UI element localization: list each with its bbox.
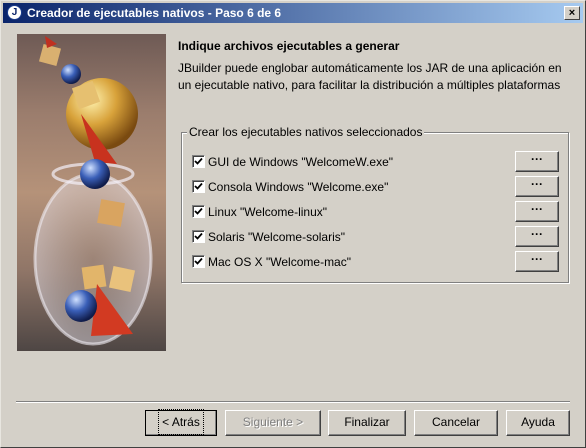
option-solaris: Solaris "Welcome-solaris" ···	[192, 226, 562, 248]
checkbox-gui-windows[interactable]	[192, 155, 205, 168]
browse-button-solaris[interactable]: ···	[515, 226, 559, 247]
checkbox-mac[interactable]	[192, 255, 205, 268]
checkbox-solaris[interactable]	[192, 230, 205, 243]
checkbox-console-windows[interactable]	[192, 180, 205, 193]
footer-separator	[16, 401, 570, 403]
wizard-window: J Creador de ejecutables nativos - Paso …	[0, 0, 586, 448]
checkmark-icon	[194, 157, 203, 165]
option-label: Solaris "Welcome-solaris"	[208, 230, 345, 244]
cancel-label: Cancelar	[431, 415, 481, 429]
option-label: GUI de Windows "WelcomeW.exe"	[208, 155, 394, 169]
next-button[interactable]: Siguiente >	[225, 410, 321, 436]
cancel-button[interactable]: Cancelar	[414, 410, 498, 436]
finish-label: Finalizar	[344, 415, 390, 429]
checkmark-icon	[194, 207, 203, 215]
option-label: Linux "Welcome-linux"	[208, 205, 328, 219]
back-label: < Atrás	[158, 409, 204, 435]
checkmark-icon	[194, 257, 203, 265]
option-linux: Linux "Welcome-linux" ···	[192, 201, 562, 223]
step-description: JBuilder puede englobar automáticamente …	[178, 61, 562, 92]
browse-button-mac[interactable]: ···	[515, 251, 559, 272]
close-button[interactable]: ×	[564, 6, 580, 20]
title-bar[interactable]: J Creador de ejecutables nativos - Paso …	[3, 3, 583, 23]
step-heading: Indique archivos ejecutables a generar	[178, 39, 400, 53]
option-mac: Mac OS X "Welcome-mac" ···	[192, 251, 562, 273]
option-console-windows: Consola Windows "Welcome.exe" ···	[192, 176, 562, 198]
checkmark-icon	[194, 232, 203, 240]
option-label: Consola Windows "Welcome.exe"	[208, 180, 389, 194]
group-label: Crear los ejecutables nativos selecciona…	[187, 125, 425, 139]
browse-button-console-windows[interactable]: ···	[515, 176, 559, 197]
finish-button[interactable]: Finalizar	[328, 410, 406, 436]
checkmark-icon	[194, 182, 203, 190]
browse-button-gui-windows[interactable]: ···	[515, 151, 559, 172]
help-label: Ayuda	[521, 415, 555, 429]
jbuilder-icon: J	[7, 5, 22, 20]
browse-button-linux[interactable]: ···	[515, 201, 559, 222]
next-label: Siguiente >	[242, 415, 304, 429]
help-button[interactable]: Ayuda	[506, 410, 570, 436]
window-title: Creador de ejecutables nativos - Paso 6 …	[27, 6, 282, 20]
option-label: Mac OS X "Welcome-mac"	[208, 255, 351, 269]
option-gui-windows: GUI de Windows "WelcomeW.exe" ···	[192, 151, 562, 173]
checkbox-linux[interactable]	[192, 205, 205, 218]
back-button[interactable]: < Atrás	[145, 409, 217, 436]
wizard-illustration	[17, 34, 166, 351]
